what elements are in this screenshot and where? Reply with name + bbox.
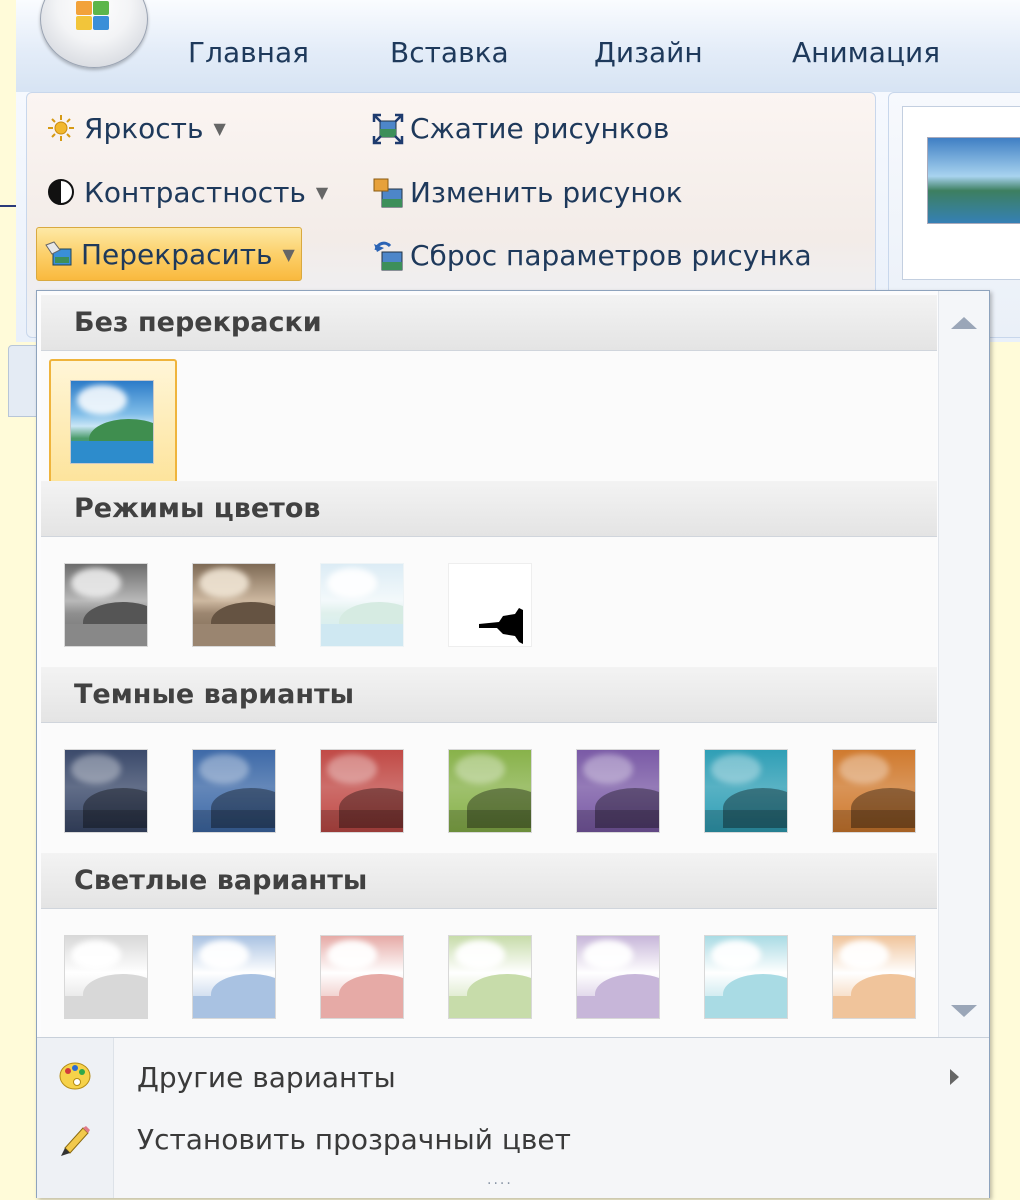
dark-variation-swatch[interactable] <box>64 749 148 833</box>
dark-variation-swatch[interactable] <box>832 749 916 833</box>
light-variation-swatch[interactable] <box>704 935 788 1019</box>
dark-variation-swatch[interactable] <box>704 749 788 833</box>
tab-animation[interactable]: Анимация <box>792 36 940 69</box>
set-transparent-color-item[interactable]: Установить прозрачный цвет <box>113 1108 989 1170</box>
black-and-white-swatch[interactable] <box>448 563 532 647</box>
tab-insert[interactable]: Вставка <box>390 36 509 69</box>
office-button[interactable] <box>40 0 148 68</box>
tab-design[interactable]: Дизайн <box>594 36 703 69</box>
submenu-arrow-icon <box>950 1069 959 1085</box>
contrast-button[interactable]: Контрастность ▼ <box>40 166 334 218</box>
chevron-down-icon: ▼ <box>282 244 295 264</box>
compress-icon <box>372 113 404 145</box>
section-light-variations: Светлые варианты <box>41 853 937 909</box>
tab-home[interactable]: Главная <box>188 36 309 69</box>
resize-grip[interactable]: ···· <box>487 1176 513 1192</box>
dark-variations-row <box>41 723 937 853</box>
compress-pictures-button[interactable]: Сжатие рисунков <box>366 102 675 154</box>
compress-label: Сжатие рисунков <box>410 111 670 145</box>
recolor-icon <box>43 239 73 269</box>
dark-variation-swatch[interactable] <box>448 749 532 833</box>
dark-variation-swatch[interactable] <box>576 749 660 833</box>
recolor-button[interactable]: Перекрасить ▼ <box>36 227 302 281</box>
recolor-dropdown: Без перекраски Режимы цветов Темные вари… <box>36 290 990 1198</box>
light-variations-row <box>41 909 937 1039</box>
scroll-up-icon[interactable] <box>951 317 977 329</box>
chevron-down-icon: ▼ <box>315 182 329 202</box>
palette-icon <box>57 1058 93 1094</box>
color-modes-row <box>41 537 937 667</box>
reset-picture-icon <box>372 240 403 271</box>
office-logo-icon <box>76 1 110 31</box>
light-variation-swatch[interactable] <box>64 935 148 1019</box>
brightness-label: Яркость <box>84 111 204 145</box>
original-picture-swatch <box>70 380 154 464</box>
pencil-icon <box>57 1122 93 1158</box>
light-variation-swatch[interactable] <box>576 935 660 1019</box>
change-picture-icon <box>372 177 403 208</box>
ribbon-tab-bar: Главная Вставка Дизайн Анимация <box>16 0 1020 96</box>
no-recolor-row <box>41 351 937 487</box>
slide-panel-edge <box>8 345 38 417</box>
contrast-icon <box>46 177 76 207</box>
more-variations-item[interactable]: Другие варианты <box>113 1046 989 1108</box>
set-transparent-color-label: Установить прозрачный цвет <box>137 1122 571 1156</box>
grayscale-swatch[interactable] <box>64 563 148 647</box>
light-variation-swatch[interactable] <box>448 935 532 1019</box>
scroll-down-icon[interactable] <box>951 1005 977 1017</box>
sun-icon <box>46 113 76 143</box>
dark-variation-swatch[interactable] <box>320 749 404 833</box>
section-no-recolor: Без перекраски <box>41 295 937 351</box>
reset-picture-button[interactable]: Сброс параметров рисунка <box>366 229 818 281</box>
no-recolor-option[interactable] <box>49 359 177 487</box>
light-variation-swatch[interactable] <box>192 935 276 1019</box>
section-dark-variations: Темные варианты <box>41 667 937 723</box>
recolor-label: Перекрасить <box>81 237 273 271</box>
dark-variation-swatch[interactable] <box>192 749 276 833</box>
brightness-button[interactable]: Яркость ▼ <box>40 102 232 154</box>
picture-style-preview[interactable] <box>902 106 1020 280</box>
light-variation-swatch[interactable] <box>320 935 404 1019</box>
recolor-menu-footer: Другие варианты Установить прозрачный цв… <box>37 1037 989 1198</box>
section-color-modes: Режимы цветов <box>41 481 937 537</box>
change-picture-label: Изменить рисунок <box>410 175 683 209</box>
contrast-label: Контрастность <box>84 175 306 209</box>
sepia-swatch[interactable] <box>192 563 276 647</box>
chevron-down-icon: ▼ <box>213 118 226 138</box>
gallery-scrollbar[interactable] <box>938 291 989 1037</box>
more-variations-label: Другие варианты <box>137 1060 396 1094</box>
reset-picture-label: Сброс параметров рисунка <box>410 238 812 272</box>
light-variation-swatch[interactable] <box>832 935 916 1019</box>
change-picture-button[interactable]: Изменить рисунок <box>366 166 689 218</box>
washout-swatch[interactable] <box>320 563 404 647</box>
